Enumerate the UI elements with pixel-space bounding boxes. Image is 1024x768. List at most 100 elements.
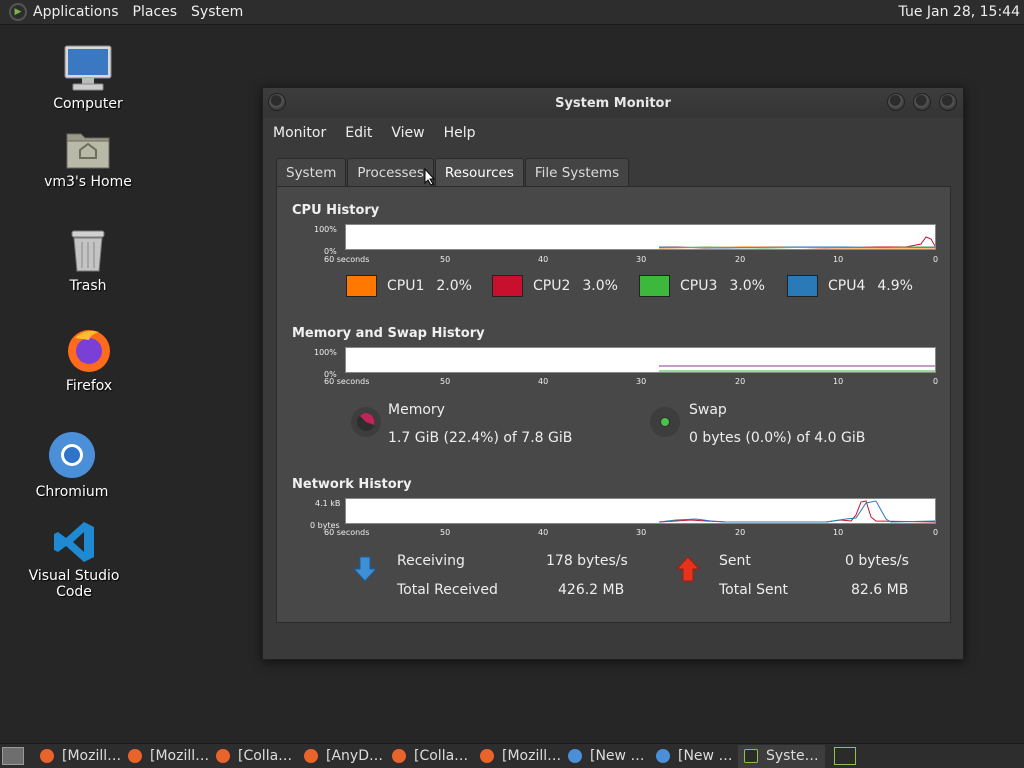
system-monitor-applet-icon[interactable] xyxy=(834,747,856,765)
desktop-icon-label: vm3's Home xyxy=(44,174,132,190)
firefox-icon xyxy=(68,330,110,372)
tab-processes[interactable]: Processes xyxy=(347,158,434,186)
x-tick-label: 10 xyxy=(833,255,844,264)
taskbar-item-label: [Mozill… xyxy=(502,748,561,764)
window-menu-button[interactable] xyxy=(268,93,286,111)
menu-help[interactable]: Help xyxy=(444,125,476,141)
resources-panel: CPU History 100% 0% 60 seconds 50 40 30 … xyxy=(276,186,951,623)
firefox-icon xyxy=(128,749,142,763)
cpu-name: CPU1 xyxy=(387,278,425,294)
desktop-icon-chromium[interactable]: Chromium xyxy=(12,430,132,500)
taskbar-item[interactable]: [AnyD… xyxy=(298,745,385,768)
desktop-icon-home[interactable]: vm3's Home xyxy=(28,128,148,190)
network-history-title: Network History xyxy=(292,477,412,492)
system-menu[interactable]: System xyxy=(191,4,243,20)
desktop-icon-firefox[interactable]: Firefox xyxy=(29,326,149,394)
clock[interactable]: Tue Jan 28, 15:44 xyxy=(899,4,1020,20)
taskbar-item[interactable]: [Mozill… xyxy=(474,745,561,768)
taskbar-item[interactable]: [New … xyxy=(650,745,737,768)
maximize-button[interactable] xyxy=(913,93,931,111)
computer-icon xyxy=(64,45,112,91)
receiving-label: Receiving xyxy=(397,553,465,569)
cpu3-color-button[interactable] xyxy=(639,275,670,297)
taskbar-item[interactable]: [Colla… xyxy=(210,745,297,768)
taskbar-item[interactable]: [New … xyxy=(562,745,649,768)
firefox-icon xyxy=(392,749,406,763)
network-graph-lines xyxy=(658,500,936,523)
x-tick-label: 40 xyxy=(538,528,549,537)
desktop-icon-label: Chromium xyxy=(35,484,109,500)
menu-edit[interactable]: Edit xyxy=(345,125,372,141)
chromium-icon xyxy=(49,432,95,478)
cpu2-color-button[interactable] xyxy=(492,275,523,297)
taskbar-item-label: [Mozill… xyxy=(150,748,209,764)
cpu-name: CPU3 xyxy=(680,278,718,294)
x-tick-label: 30 xyxy=(636,255,647,264)
cpu1-color-button[interactable] xyxy=(346,275,377,297)
firefox-icon xyxy=(304,749,318,763)
desktop-icon-vscode[interactable]: Visual Studio Code xyxy=(14,520,134,600)
show-desktop-icon[interactable] xyxy=(2,747,24,765)
sent-arrow-icon[interactable] xyxy=(675,555,701,583)
swap-pie-icon[interactable] xyxy=(650,407,680,437)
swap-value: 0 bytes (0.0%) of 4.0 GiB xyxy=(689,430,866,446)
window-titlebar[interactable]: System Monitor xyxy=(263,88,963,118)
taskbar-item-label: [Mozill… xyxy=(62,748,121,764)
taskbar-item[interactable]: [Mozill… xyxy=(34,745,121,768)
taskbar-item-active[interactable]: Syste… xyxy=(738,744,825,768)
cpu-value: 4.9% xyxy=(877,278,913,294)
taskbar-item[interactable]: [Colla… xyxy=(386,745,473,768)
taskbar-item-label: [New … xyxy=(590,748,645,764)
cpu2-legend: CPU2 3.0% xyxy=(492,275,618,297)
close-button[interactable] xyxy=(939,93,957,111)
memory-pie-icon[interactable] xyxy=(351,407,381,437)
x-tick-label: 0 xyxy=(933,528,939,537)
x-tick-label: 60 seconds xyxy=(324,528,370,537)
x-tick-label: 0 xyxy=(933,377,939,386)
tab-system[interactable]: System xyxy=(276,158,347,186)
mate-logo-icon[interactable]: ▶ xyxy=(9,3,27,21)
chromium-icon xyxy=(656,749,670,763)
mouse-cursor-icon xyxy=(424,168,436,186)
cpu4-color-button[interactable] xyxy=(787,275,818,297)
x-tick-label: 40 xyxy=(538,255,549,264)
x-tick-label: 0 xyxy=(933,255,939,264)
taskbar-item-label: Syste… xyxy=(766,748,819,764)
x-tick-label: 50 xyxy=(440,528,451,537)
memory-label: Memory xyxy=(388,402,445,418)
cpu-value: 2.0% xyxy=(436,278,472,294)
cpu-graph-lines xyxy=(658,236,936,249)
x-tick-label: 50 xyxy=(440,377,451,386)
desktop-icon-computer[interactable]: Computer xyxy=(28,44,148,112)
minimize-button[interactable] xyxy=(887,93,905,111)
desktop-icon-trash[interactable]: Trash xyxy=(28,228,148,294)
menu-monitor[interactable]: Monitor xyxy=(273,125,326,141)
taskbar: [Mozill… [Mozill… [Colla… [AnyD… [Colla…… xyxy=(0,743,1024,768)
x-tick-label: 20 xyxy=(735,528,746,537)
total-sent-label: Total Sent xyxy=(719,582,789,598)
places-menu[interactable]: Places xyxy=(133,4,178,20)
applications-menu[interactable]: Applications xyxy=(33,4,119,20)
total-sent-value: 82.6 MB xyxy=(851,582,909,598)
cpu3-legend: CPU3 3.0% xyxy=(639,275,765,297)
taskbar-item[interactable]: [Mozill… xyxy=(122,745,209,768)
receiving-arrow-icon[interactable] xyxy=(352,555,378,583)
menu-view[interactable]: View xyxy=(391,125,424,141)
memory-graph xyxy=(345,347,936,373)
cpu4-legend: CPU4 4.9% xyxy=(787,275,913,297)
tab-bar: System Processes Resources File Systems xyxy=(276,158,630,186)
tab-file-systems[interactable]: File Systems xyxy=(524,158,630,186)
tab-resources[interactable]: Resources xyxy=(434,158,524,186)
memory-history-title: Memory and Swap History xyxy=(292,326,485,341)
sent-value: 0 bytes/s xyxy=(845,553,909,569)
x-tick-label: 30 xyxy=(636,377,647,386)
cpu-graph xyxy=(345,224,936,250)
x-tick-label: 20 xyxy=(735,255,746,264)
receiving-value: 178 bytes/s xyxy=(546,553,628,569)
window-title: System Monitor xyxy=(555,95,671,111)
vscode-icon xyxy=(54,522,94,562)
firefox-icon xyxy=(480,749,494,763)
memory-y-top-label: 100% xyxy=(314,348,337,357)
cpu-value: 3.0% xyxy=(729,278,765,294)
firefox-icon xyxy=(40,749,54,763)
